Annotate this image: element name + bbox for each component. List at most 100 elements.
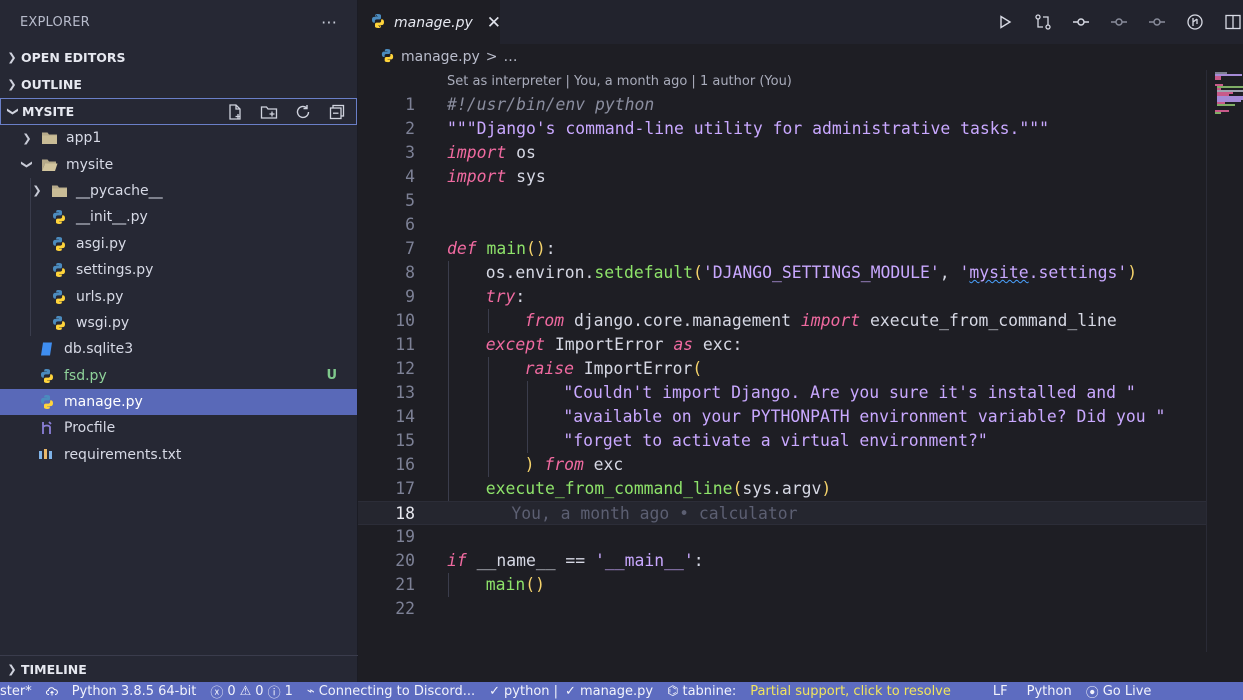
tab-label: manage.py — [394, 14, 473, 31]
code-token: 'DJANGO_SETTINGS_MODULE' — [702, 263, 940, 282]
code-token: mysite — [969, 263, 1029, 282]
check-python-status[interactable]: ✓ python | — [482, 682, 565, 700]
code-token: ( — [692, 359, 703, 378]
line-number: 19 — [395, 527, 415, 546]
tree-item-app1[interactable]: ❯ app1 — [0, 125, 357, 151]
section-project[interactable]: ❯ MYSITE — [0, 98, 357, 125]
tree-item-fsd-py[interactable]: fsd.py U — [0, 363, 357, 389]
code-line[interactable]: 22 — [358, 597, 1206, 621]
code-token: () — [525, 239, 546, 258]
tree-item-urls-py[interactable]: urls.py — [0, 283, 357, 309]
code-line[interactable]: 10 from django.core.management import exe… — [358, 309, 1206, 333]
code-line[interactable]: 3 import os — [358, 141, 1206, 165]
tree-item-label: requirements.txt — [64, 446, 182, 463]
tree-item-db-sqlite3[interactable]: db.sqlite3 — [0, 336, 357, 362]
minimap-line — [1217, 104, 1235, 106]
database-file-icon — [38, 341, 56, 357]
refresh-icon[interactable] — [292, 101, 314, 123]
git-lens-icon[interactable] — [1185, 12, 1205, 32]
code-line[interactable]: 8 os.environ.setdefault('DJANGO_SETTINGS_… — [358, 261, 1206, 285]
breadcrumb-symbols[interactable]: … — [504, 49, 518, 65]
line-number: 10 — [395, 311, 415, 330]
chevron-right-icon: ❯ — [22, 131, 32, 145]
code-token: "forget to activate a virtual environmen… — [563, 431, 988, 450]
code-line[interactable]: 7 def main(): — [358, 237, 1206, 261]
broadcast-icon: ⦿ — [1085, 685, 1099, 700]
more-actions-icon[interactable]: ··· — [321, 13, 337, 32]
code-line[interactable]: 1 #!/usr/bin/env python — [358, 93, 1206, 117]
tabnine-status[interactable]: ⌬ tabnine: — [660, 682, 743, 700]
code-line[interactable]: 19 — [358, 525, 1206, 549]
code-line[interactable]: 15 "forget to activate a virtual environm… — [358, 429, 1206, 453]
python-file-icon — [50, 262, 68, 278]
code-token: try — [485, 287, 516, 306]
code-line[interactable]: 11 except ImportError as exc: — [358, 333, 1206, 357]
section-outline[interactable]: ❯ OUTLINE — [0, 71, 357, 98]
code-line[interactable]: 4 import sys — [358, 165, 1206, 189]
code-line[interactable]: 14 "available on your PYTHONPATH environm… — [358, 405, 1206, 429]
tree-item-asgi-py[interactable]: asgi.py — [0, 231, 357, 257]
code-line[interactable]: 13 "Couldn't import Django. Are you sure … — [358, 381, 1206, 405]
tree-item-manage-py[interactable]: manage.py — [0, 388, 357, 416]
eol-status[interactable]: LF — [986, 682, 1015, 700]
code-line[interactable]: 18 You, a month ago • calculator — [358, 501, 1206, 525]
tree-item-pycache[interactable]: ❯ __pycache__ — [0, 178, 357, 204]
section-timeline[interactable]: ❯ TIMELINE — [0, 655, 358, 682]
code-editor[interactable]: Set as interpreter | You, a month ago | … — [358, 70, 1206, 652]
code-line[interactable]: 2 """Django's command-line utility for ad… — [358, 117, 1206, 141]
line-number: 4 — [405, 167, 415, 186]
code-line[interactable]: 5 — [358, 189, 1206, 213]
sync-status[interactable] — [39, 682, 65, 700]
tab-bar: manage.py ✕ — [358, 0, 1243, 44]
new-file-icon[interactable] — [224, 101, 246, 123]
tree-item-init-py[interactable]: __init__.py — [0, 204, 357, 230]
partial-support-status[interactable]: Partial support, click to resolve — [743, 682, 958, 700]
minimap[interactable] — [1206, 70, 1243, 652]
breadcrumb-file[interactable]: manage.py — [401, 49, 480, 65]
code-token: def — [447, 239, 477, 258]
code-token: raise — [524, 359, 574, 378]
code-line[interactable]: 9 try: — [358, 285, 1206, 309]
section-open-editors[interactable]: ❯ OPEN EDITORS — [0, 44, 357, 71]
python-interpreter-status[interactable]: Python 3.8.5 64-bit — [65, 682, 204, 700]
python-file-icon — [38, 368, 56, 384]
tree-item-requirements-txt[interactable]: requirements.txt — [0, 442, 357, 468]
go-live-status[interactable]: ⦿ Go Live — [1079, 682, 1159, 700]
code-text: "available on your PYTHONPATH environmen… — [563, 405, 1165, 429]
code-line[interactable]: 17 execute_from_command_line(sys.argv) — [358, 477, 1206, 501]
split-editor-icon[interactable] — [1223, 12, 1243, 32]
discord-status[interactable]: ⌁ Connecting to Discord... — [300, 682, 482, 700]
close-tab-icon[interactable]: ✕ — [487, 13, 501, 33]
line-number: 2 — [405, 119, 415, 138]
tree-item-label: wsgi.py — [76, 314, 130, 331]
code-token: "available on your PYTHONPATH environmen… — [563, 407, 1166, 426]
next-change-icon[interactable] — [1147, 12, 1167, 32]
git-branch-status[interactable]: ster* — [0, 682, 39, 700]
new-folder-icon[interactable] — [258, 101, 280, 123]
tree-item-settings-py[interactable]: settings.py — [0, 257, 357, 283]
tab-manage-py[interactable]: manage.py ✕ — [358, 0, 501, 44]
code-line[interactable]: 6 — [358, 213, 1206, 237]
code-line[interactable]: 20 if __name__ == '__main__': — [358, 549, 1206, 573]
compare-changes-icon[interactable] — [1033, 12, 1053, 32]
language-mode-status[interactable]: Python — [1015, 682, 1079, 700]
code-text: try: — [486, 285, 525, 309]
git-commit-icon[interactable] — [1071, 12, 1091, 32]
codelens[interactable]: Set as interpreter | You, a month ago | … — [447, 74, 792, 89]
code-line[interactable]: 12 raise ImportError( — [358, 357, 1206, 381]
code-line[interactable]: 21 main() — [358, 573, 1206, 597]
tree-item-wsgi-py[interactable]: wsgi.py — [0, 310, 357, 336]
folder-open-icon — [40, 157, 58, 173]
check-file-status[interactable]: ✓ manage.py — [565, 682, 660, 700]
previous-change-icon[interactable] — [1109, 12, 1129, 32]
code-token: exc — [583, 455, 624, 474]
tree-item-procfile[interactable]: Procfile — [0, 415, 357, 441]
collapse-all-icon[interactable] — [326, 101, 348, 123]
tree-item-mysite[interactable]: ❯ mysite — [0, 151, 357, 177]
file-tree: ❯ app1 ❯ mysite ❯ __pycache__ __init__.py asgi.… — [0, 125, 357, 468]
code-line[interactable]: 16) from exc — [358, 453, 1206, 477]
problems-status[interactable]: ⓧ 0 ⚠ 0 ⓘ 1 — [203, 682, 300, 700]
code-text: import os — [447, 141, 536, 165]
folder-icon — [50, 183, 68, 199]
run-icon[interactable] — [995, 12, 1015, 32]
